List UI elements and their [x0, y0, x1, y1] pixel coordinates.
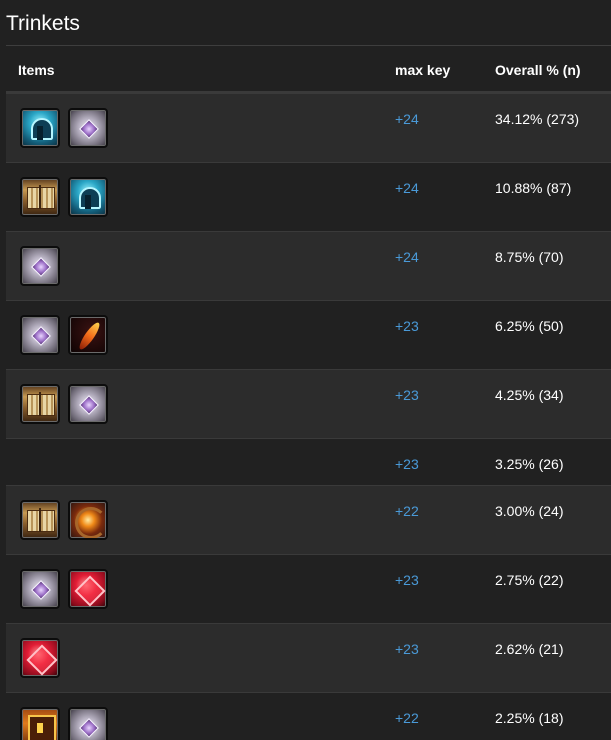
header-max-key[interactable]: max key: [395, 62, 450, 78]
table-row: +23 4.25% (34): [6, 369, 611, 438]
header-overall[interactable]: Overall % (n): [495, 62, 581, 78]
trinket-icons: [20, 177, 108, 217]
red-gem-icon[interactable]: [20, 638, 60, 678]
trinket-icons: [20, 569, 108, 609]
table-row: +22 3.00% (24): [6, 485, 611, 554]
silver-gem-icon[interactable]: [20, 569, 60, 609]
overall-value: 2.62% (21): [495, 641, 564, 657]
trinket-icons: [20, 108, 108, 148]
max-key-value[interactable]: +24: [395, 180, 419, 196]
overall-value: 4.25% (34): [495, 387, 564, 403]
overall-value: 10.88% (87): [495, 180, 572, 196]
max-key-value[interactable]: +23: [395, 318, 419, 334]
table-row: +23 3.25% (26): [6, 438, 611, 485]
trinket-icons: [20, 384, 108, 424]
trinket-icons: [20, 707, 108, 740]
overall-value: 6.25% (50): [495, 318, 564, 334]
overall-value: 2.25% (18): [495, 710, 564, 726]
overall-value: 8.75% (70): [495, 249, 564, 265]
blue-helm-icon[interactable]: [20, 108, 60, 148]
trinket-icons: [20, 246, 60, 286]
trinket-icons: [20, 500, 108, 540]
trinkets-table: Items max key Overall % (n) +24 34.12% (…: [6, 46, 611, 740]
table-row: +24 10.88% (87): [6, 162, 611, 231]
overall-value: 2.75% (22): [495, 572, 564, 588]
overall-value: 34.12% (273): [495, 111, 580, 127]
fire-orb-icon[interactable]: [68, 500, 108, 540]
overall-value: 3.25% (26): [495, 456, 564, 472]
table-row: +22 2.25% (18): [6, 692, 611, 740]
table-row: +23 6.25% (50): [6, 300, 611, 369]
silver-gem-icon[interactable]: [68, 108, 108, 148]
header-items[interactable]: Items: [18, 62, 55, 78]
red-gem-icon[interactable]: [68, 569, 108, 609]
silver-gem-icon[interactable]: [20, 246, 60, 286]
treasure-chest-icon[interactable]: [20, 707, 60, 740]
max-key-value[interactable]: +23: [395, 572, 419, 588]
max-key-value[interactable]: +23: [395, 456, 419, 472]
max-key-value[interactable]: +22: [395, 503, 419, 519]
trinket-icons: [20, 638, 60, 678]
table-row: +24 8.75% (70): [6, 231, 611, 300]
section-title: Trinkets: [6, 12, 80, 35]
table-row: +23 2.75% (22): [6, 554, 611, 623]
max-key-value[interactable]: +22: [395, 710, 419, 726]
phoenix-feather-icon[interactable]: [68, 315, 108, 355]
tome-icon[interactable]: [20, 177, 60, 217]
tome-icon[interactable]: [20, 500, 60, 540]
table-row: +24 34.12% (273): [6, 93, 611, 162]
silver-gem-icon[interactable]: [68, 707, 108, 740]
tome-icon[interactable]: [20, 384, 60, 424]
max-key-value[interactable]: +23: [395, 387, 419, 403]
max-key-value[interactable]: +24: [395, 111, 419, 127]
overall-value: 3.00% (24): [495, 503, 564, 519]
table-row: +23 2.62% (21): [6, 623, 611, 692]
silver-gem-icon[interactable]: [20, 315, 60, 355]
trinket-icons: [20, 315, 108, 355]
table-header: Items max key Overall % (n): [6, 46, 611, 93]
blue-helm-icon[interactable]: [68, 177, 108, 217]
max-key-value[interactable]: +24: [395, 249, 419, 265]
max-key-value[interactable]: +23: [395, 641, 419, 657]
silver-gem-icon[interactable]: [68, 384, 108, 424]
